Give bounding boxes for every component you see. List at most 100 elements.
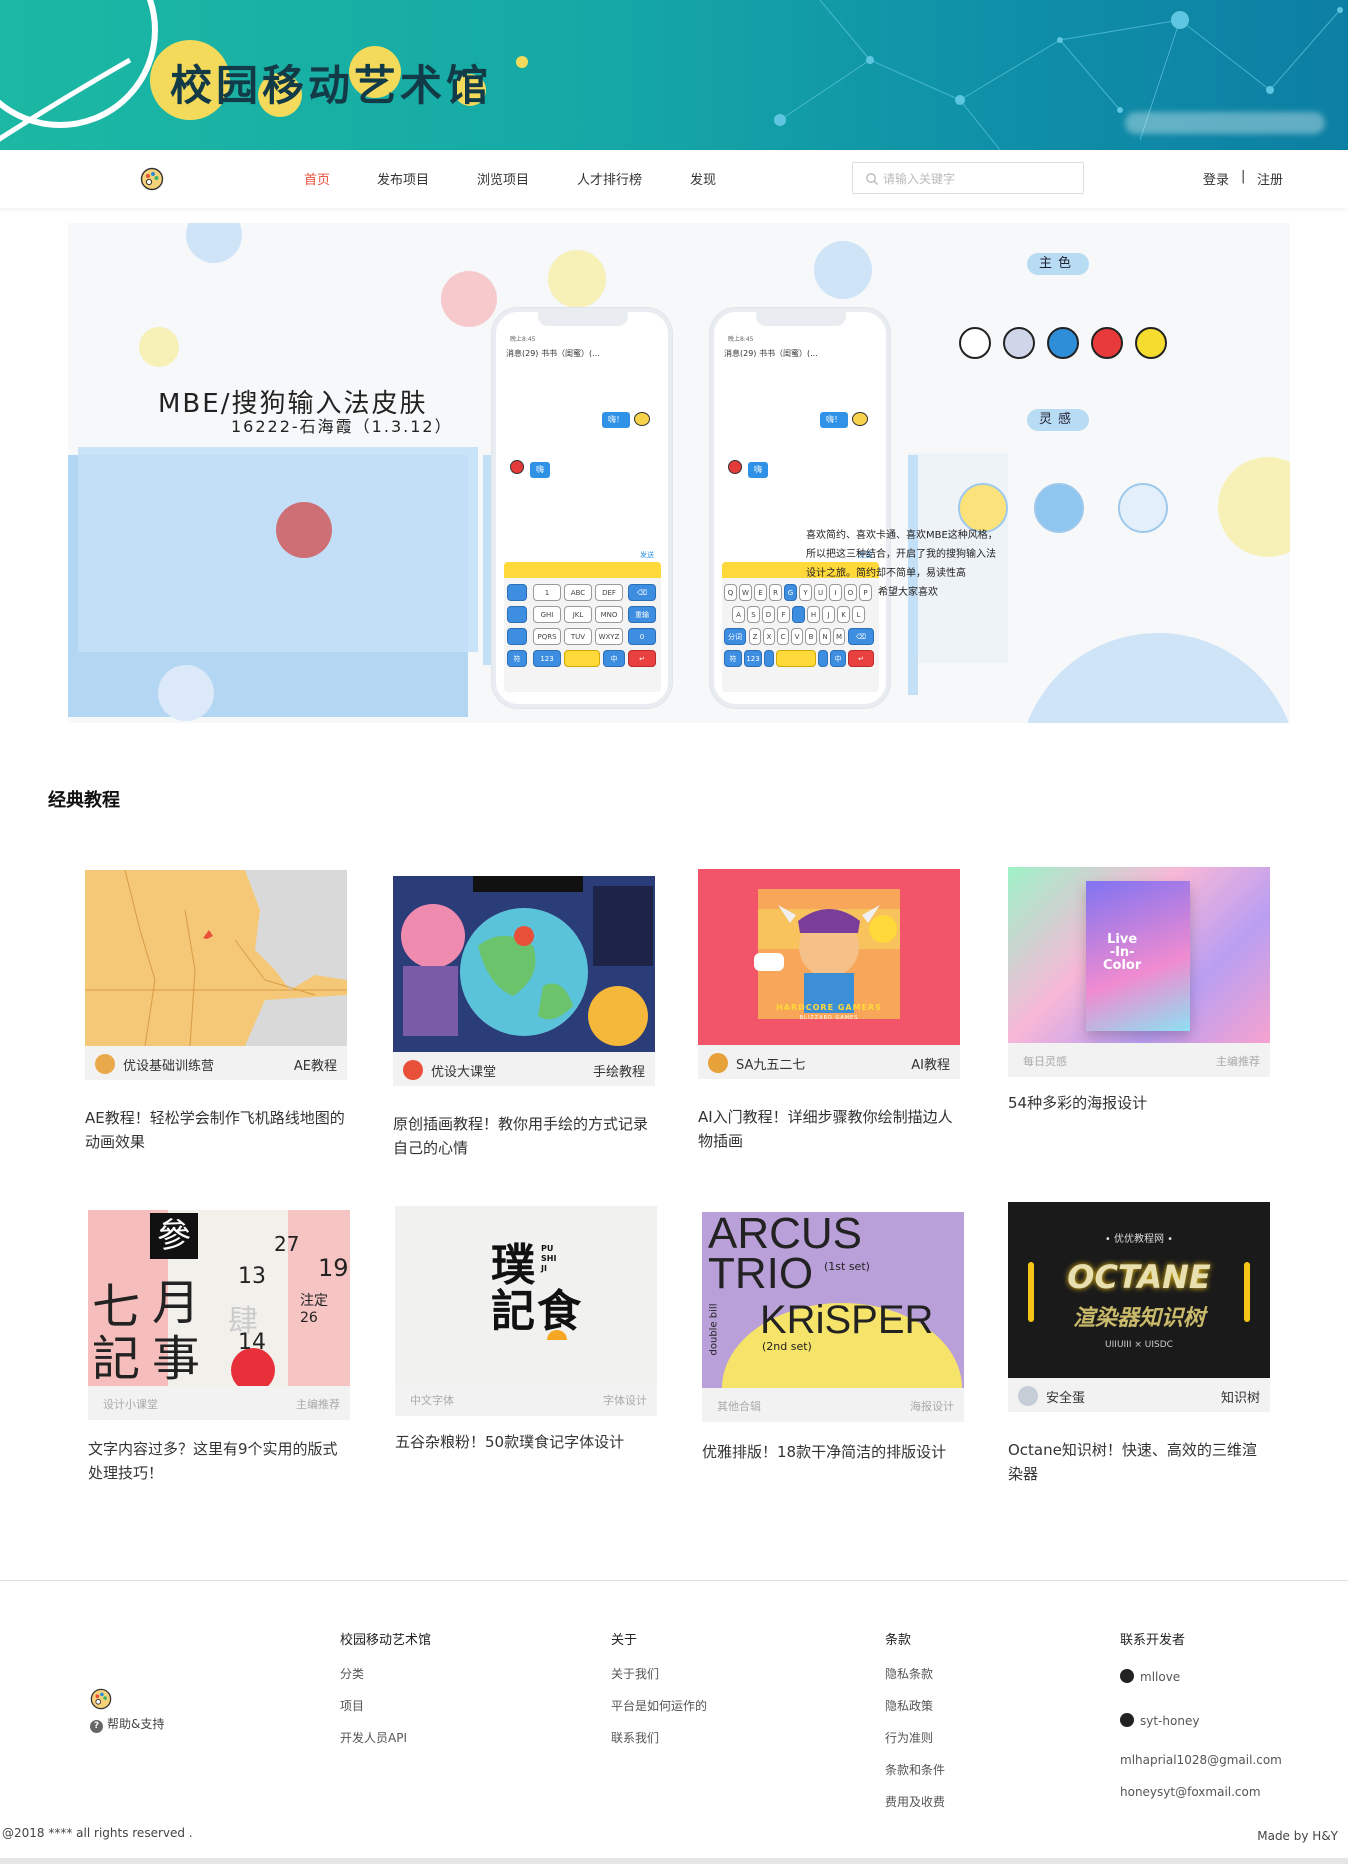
logo-char: 食 (537, 1286, 581, 1337)
footer-link-developer-api[interactable]: 开发人员API (340, 1729, 407, 1746)
card-tag[interactable]: 字体设计 (603, 1392, 647, 1408)
poster-text: Live -In- Color (1103, 932, 1142, 973)
footer-link-projects[interactable]: 项目 (340, 1697, 364, 1714)
poster-text: 注定 26 (300, 1293, 328, 1326)
search-box[interactable] (852, 162, 1084, 194)
poster-number: 13 (238, 1264, 266, 1289)
card-thumbnail[interactable]: 參 七 月 記 事 27 13 19 14 注定 26 肆 (88, 1210, 350, 1386)
section-title: 经典教程 (48, 790, 120, 811)
card-thumbnail[interactable]: Live -In- Color (1008, 867, 1270, 1043)
nav-home[interactable]: 首页 (304, 169, 330, 188)
footer-link-code-of-conduct[interactable]: 行为准则 (885, 1729, 933, 1746)
nav-publish-project[interactable]: 发布项目 (377, 169, 429, 188)
card-tag[interactable]: AI教程 (911, 1054, 950, 1073)
help-icon: ? (90, 1720, 103, 1733)
card-thumbnail[interactable] (85, 870, 347, 1046)
main-color-label: 主色 (1027, 253, 1089, 275)
card-thumbnail[interactable] (393, 876, 655, 1052)
card-title[interactable]: 文字内容过多？这里有9个实用的版式处理技巧！ (88, 1437, 350, 1485)
card-title[interactable]: 54种多彩的海报设计 (1008, 1091, 1270, 1115)
card-tag[interactable]: 海报设计 (910, 1398, 954, 1414)
card-tag[interactable]: 主编推荐 (1216, 1053, 1260, 1069)
footer-link-terms-conditions[interactable]: 条款和条件 (885, 1761, 945, 1778)
nav-browse-projects[interactable]: 浏览项目 (477, 169, 529, 188)
card-title[interactable]: AI入门教程！详细步骤教你绘制描边人物插画 (698, 1105, 960, 1153)
banner-blurred-text (1125, 112, 1325, 134)
card-author[interactable]: 设计小课堂 (103, 1396, 158, 1412)
card-tag[interactable]: AE教程 (294, 1055, 337, 1074)
card-thumbnail[interactable]: ARCUS TRIO (1st set) KRiSPER (2nd set) d… (702, 1212, 964, 1388)
login-link[interactable]: 登录 (1203, 169, 1229, 188)
author-avatar[interactable] (1018, 1386, 1038, 1406)
card-author[interactable]: 优设基础训练营 (123, 1055, 214, 1074)
footer-link-contact-us[interactable]: 联系我们 (611, 1729, 659, 1746)
nav-talent-ranking[interactable]: 人才排行榜 (577, 169, 642, 188)
footer-link-about-us[interactable]: 关于我们 (611, 1665, 659, 1682)
search-input[interactable] (883, 168, 1079, 190)
card-thumbnail[interactable]: HARDCORE GAMERS BLIZZARD GAMES (698, 869, 960, 1045)
chat-bubble-left: 嗨 (530, 462, 550, 478)
footer-link-privacy-policy[interactable]: 隐私政策 (885, 1697, 933, 1714)
hero-banner[interactable]: MBE/搜狗输入法皮肤 16222-石海霞（1.3.12） 晚上8:45 消息(… (68, 223, 1290, 723)
chat-bubble-right: 嗨！ (602, 412, 630, 428)
author-avatar[interactable] (95, 1054, 115, 1074)
card-author[interactable]: SA九五二七 (736, 1054, 805, 1073)
github-icon (1120, 1669, 1134, 1683)
poster-number: 19 (318, 1254, 349, 1282)
card-author[interactable]: 每日灵感 (1023, 1053, 1067, 1069)
copyright: @2018 **** all rights reserved . (2, 1826, 193, 1840)
poster-char: 事 (152, 1331, 201, 1386)
poster-subtitle: 渲染器知识树 (1072, 1306, 1205, 1331)
phone-notch (538, 310, 628, 326)
poster-char: 月 (152, 1275, 201, 1331)
card-tag[interactable]: 手绘教程 (593, 1061, 645, 1080)
phone-chat-header: 消息(29) 书书（闺蜜）(... (506, 349, 600, 358)
phone-mockup-2: 晚上8:45 消息(29) 书书（闺蜜）(... 嗨！ 嗨 发送 QW ER G… (710, 308, 890, 708)
card-tag[interactable]: 主编推荐 (296, 1396, 340, 1412)
footer-link-privacy-terms[interactable]: 隐私条款 (885, 1665, 933, 1682)
github-link-syt-honey[interactable]: syt-honey (1120, 1713, 1199, 1728)
card-tag[interactable]: 知识树 (1221, 1387, 1260, 1406)
email-link-2[interactable]: honeysyt@foxmail.com (1120, 1785, 1261, 1799)
poster-char: 肆 (228, 1304, 258, 1339)
card-title[interactable]: 五谷杂粮粉！50款璞食记字体设计 (395, 1430, 657, 1454)
card-thumbnail[interactable]: • 优优教程网 • OCTANE 渲染器知识树 UIIUIII × UISDC (1008, 1202, 1270, 1378)
card-thumbnail[interactable]: 璞 記 食 PU SHI JI (395, 1206, 657, 1382)
bottle-illustration-icon (1118, 483, 1168, 533)
top-banner: 校园移动艺术馆 (0, 0, 1348, 150)
avatar-icon (728, 460, 742, 474)
color-swatch-red (1091, 327, 1123, 359)
help-support-link[interactable]: ? 帮助&支持 (90, 1715, 164, 1733)
card-author[interactable]: 优设大课堂 (431, 1061, 496, 1080)
card-author[interactable]: 安全蛋 (1046, 1387, 1085, 1406)
email-link-1[interactable]: mlhaprial1028@gmail.com (1120, 1753, 1282, 1767)
poster-char: 七 (92, 1279, 141, 1335)
card-author[interactable]: 中文字体 (410, 1392, 454, 1408)
color-swatch-lavender (1003, 327, 1035, 359)
keyboard-toolbar (504, 562, 661, 578)
poster-note: (1st set) (824, 1260, 870, 1273)
palette-logo-icon (90, 1688, 112, 1710)
footer-col-terms-head: 条款 (885, 1633, 912, 1648)
author-avatar[interactable] (708, 1053, 728, 1073)
footer-link-how-it-works[interactable]: 平台是如何运作的 (611, 1697, 707, 1714)
card-title[interactable]: Octane知识树！快速、高效的三维渲染器 (1008, 1438, 1270, 1486)
card-title[interactable]: 原创插画教程！教你用手绘的方式记录自己的心情 (393, 1112, 655, 1160)
card-author[interactable]: 其他合辑 (717, 1398, 761, 1414)
footer-link-fees[interactable]: 费用及收费 (885, 1793, 945, 1810)
card-meta: 优设基础训练营 AE教程 (85, 1046, 347, 1080)
site-title: 校园移动艺术馆 (170, 61, 493, 110)
github-link-mllove[interactable]: mllove (1120, 1669, 1180, 1684)
emoji-avatar-icon (852, 412, 868, 426)
bottom-scrollbar[interactable] (0, 1858, 1348, 1864)
palette-logo-icon[interactable] (140, 167, 164, 191)
nav-discover[interactable]: 发现 (690, 169, 716, 188)
poster-footer: UIIUIII × UISDC (1105, 1340, 1173, 1350)
card-title[interactable]: AE教程！轻松学会制作飞机路线地图的动画效果 (85, 1106, 347, 1154)
phone-status: 晚上8:45 (510, 336, 536, 343)
footer-col-contact-head: 联系开发者 (1120, 1633, 1186, 1648)
footer-link-category[interactable]: 分类 (340, 1665, 364, 1682)
card-title[interactable]: 优雅排版！18款干净简洁的排版设计 (702, 1440, 964, 1464)
author-avatar[interactable] (403, 1060, 423, 1080)
register-link[interactable]: 注册 (1257, 169, 1283, 188)
